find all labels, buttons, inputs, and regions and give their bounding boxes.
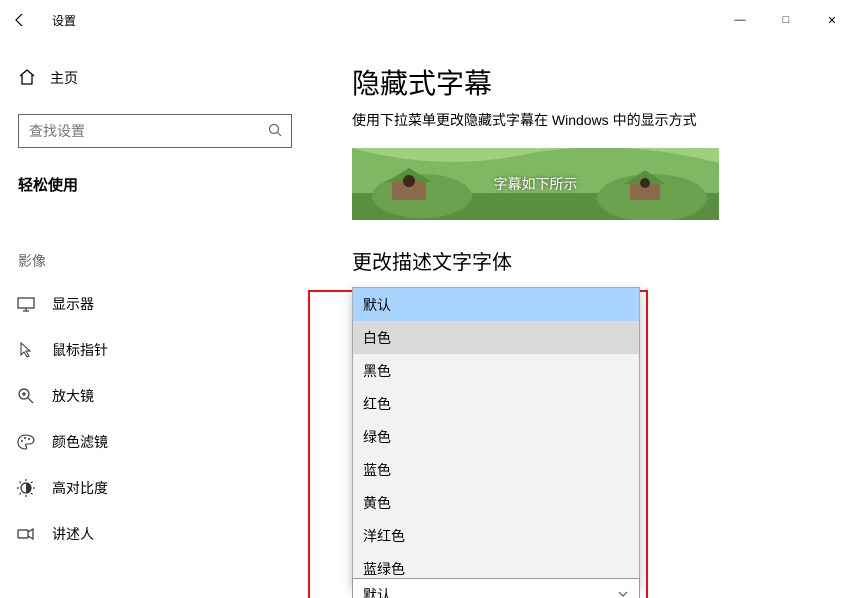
close-button[interactable]: ✕ [809,4,855,36]
nav-label: 讲述人 [52,524,94,544]
dropdown-option[interactable]: 黄色 [353,486,639,519]
zoom-icon [16,386,36,406]
nav-label: 放大镜 [52,386,94,406]
nav-narrator[interactable]: 讲述人 [16,511,292,557]
select-value: 默认 [363,585,391,598]
dropdown-option[interactable]: 洋红色 [353,519,639,552]
monitor-icon [16,294,36,314]
preview-caption-text: 字幕如下所示 [352,174,719,194]
nav-label: 显示器 [52,294,94,314]
search-input[interactable] [27,122,267,140]
minimize-button[interactable]: — [717,4,763,36]
font-select-closed[interactable]: 默认 [352,578,640,598]
window-title: 设置 [52,12,76,29]
sidebar: 主页 轻松使用 影像 显示器 鼠标指针 放大镜 [0,40,310,598]
section-title: 轻松使用 [18,174,292,195]
nav-colorfilter[interactable]: 颜色滤镜 [16,419,292,465]
section-heading: 更改描述文字字体 [352,246,855,275]
home-nav[interactable]: 主页 [18,58,292,98]
group-title-video: 影像 [18,251,292,271]
nav-magnifier[interactable]: 放大镜 [16,373,292,419]
nav-display[interactable]: 显示器 [16,281,292,327]
page-subtitle: 使用下拉菜单更改隐藏式字幕在 Windows 中的显示方式 [352,110,855,130]
page-heading: 隐藏式字幕 [352,62,855,102]
search-box[interactable] [18,114,292,148]
dropdown-option[interactable]: 蓝色 [353,453,639,486]
home-icon [18,68,36,89]
titlebar: 设置 — □ ✕ [0,0,855,40]
dropdown-option[interactable]: 黑色 [353,354,639,387]
contrast-icon [16,478,36,498]
color-dropdown-open[interactable]: 默认 白色 黑色 红色 绿色 蓝色 黄色 洋红色 蓝绿色 [352,287,640,586]
back-button[interactable] [0,0,40,40]
search-icon [267,122,283,141]
caption-preview: 字幕如下所示 [352,148,719,220]
nav-label: 鼠标指针 [52,340,108,360]
dropdown-option[interactable]: 红色 [353,387,639,420]
cursor-icon [16,340,36,360]
nav-label: 高对比度 [52,478,108,498]
dropdown-option[interactable]: 绿色 [353,420,639,453]
main-pane: 隐藏式字幕 使用下拉菜单更改隐藏式字幕在 Windows 中的显示方式 字幕如 [310,40,855,598]
maximize-button[interactable]: □ [763,4,809,36]
narrator-icon [16,524,36,544]
home-label: 主页 [50,68,78,88]
dropdown-option[interactable]: 默认 [353,288,639,321]
chevron-down-icon [617,587,629,598]
nav-contrast[interactable]: 高对比度 [16,465,292,511]
palette-icon [16,432,36,452]
dropdown-option[interactable]: 白色 [353,321,639,354]
nav-cursor[interactable]: 鼠标指针 [16,327,292,373]
nav-label: 颜色滤镜 [52,432,108,452]
